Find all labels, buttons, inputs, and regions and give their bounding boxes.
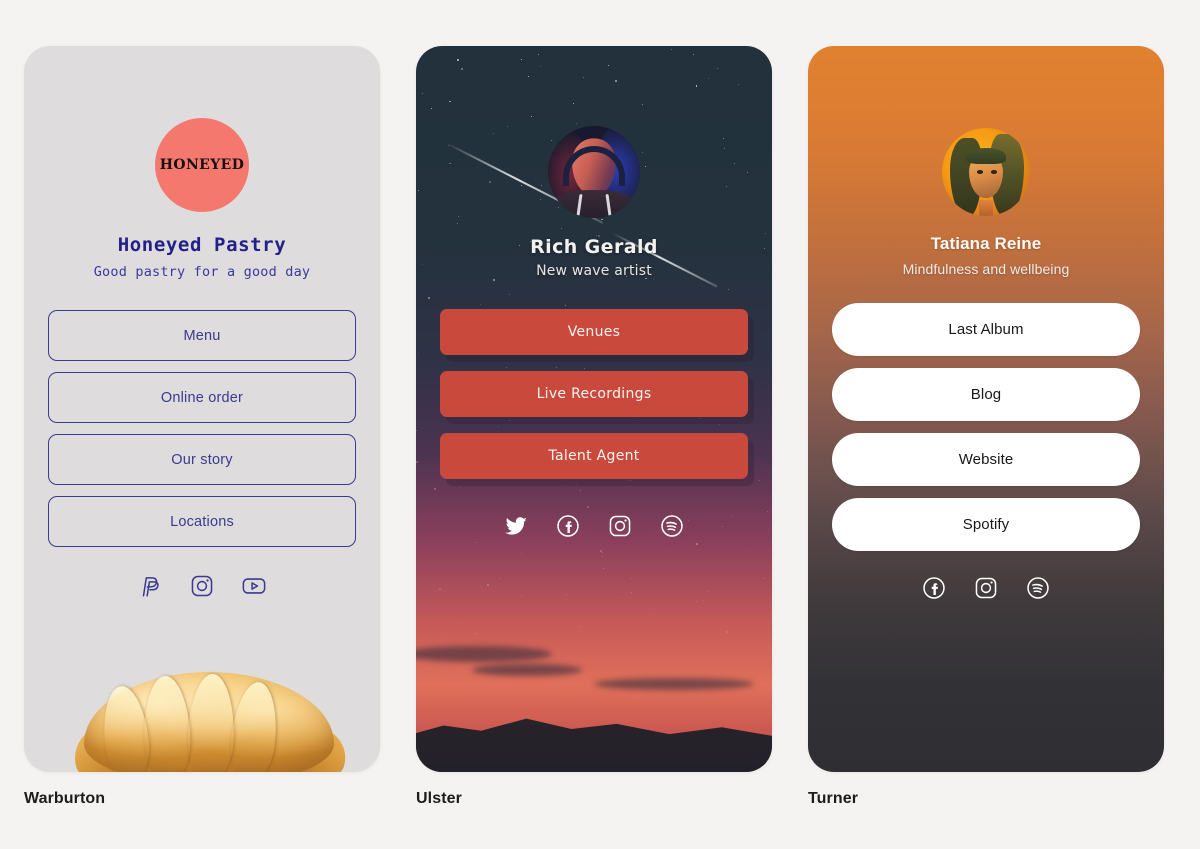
avatar	[548, 126, 640, 218]
honeyed-logo-badge: HONEYED	[155, 118, 249, 212]
cloud-streak	[594, 678, 754, 690]
link-button-menu[interactable]: Menu	[48, 310, 356, 361]
card-caption-warburton: Warburton	[24, 790, 106, 807]
phone-card-turner[interactable]: Tatiana Reine Mindfulness and wellbeing …	[808, 46, 1164, 772]
link-button-online-order[interactable]: Online order	[48, 372, 356, 423]
link-button-venues[interactable]: Venues	[440, 309, 748, 355]
link-button-spotify[interactable]: Spotify	[832, 498, 1140, 551]
link-button-last-album[interactable]: Last Album	[832, 303, 1140, 356]
card-column-ulster: Rich Gerald New wave artist Venues Live …	[416, 46, 772, 808]
card-subtitle: Mindfulness and wellbeing	[902, 261, 1070, 277]
youtube-icon[interactable]	[241, 573, 267, 599]
spotify-icon[interactable]	[659, 513, 685, 544]
link-button-talent-agent[interactable]: Talent Agent	[440, 433, 748, 479]
instagram-icon[interactable]	[189, 573, 215, 599]
social-icon-row	[137, 573, 267, 599]
card-subtitle: Good pastry for a good day	[93, 264, 311, 280]
croissant-photo	[24, 582, 380, 772]
link-button-our-story[interactable]: Our story	[48, 434, 356, 485]
card-subtitle: New wave artist	[536, 263, 652, 279]
avatar	[942, 128, 1030, 216]
paypal-icon[interactable]	[137, 573, 163, 599]
link-button-list: Last Album Blog Website Spotify	[832, 303, 1140, 551]
card-title: Tatiana Reine	[930, 234, 1042, 253]
instagram-icon[interactable]	[607, 513, 633, 544]
link-button-live-recordings[interactable]: Live Recordings	[440, 371, 748, 417]
card-caption-ulster: Ulster	[416, 790, 462, 807]
card-column-warburton: HONEYED Honeyed Pastry Good pastry for a…	[24, 46, 380, 808]
card-title: Honeyed Pastry	[117, 234, 287, 256]
cloud-streak	[472, 664, 582, 676]
twitter-icon[interactable]	[503, 513, 529, 544]
logo-text: HONEYED	[159, 157, 245, 173]
social-icon-row	[503, 513, 685, 544]
card-caption-turner: Turner	[808, 790, 859, 807]
card-title: Rich Gerald	[530, 236, 658, 258]
social-icon-row	[921, 575, 1051, 606]
link-button-blog[interactable]: Blog	[832, 368, 1140, 421]
facebook-icon[interactable]	[921, 575, 947, 606]
spotify-icon[interactable]	[1025, 575, 1051, 606]
link-button-locations[interactable]: Locations	[48, 496, 356, 547]
link-button-list: Venues Live Recordings Talent Agent	[440, 309, 748, 479]
link-button-website[interactable]: Website	[832, 433, 1140, 486]
card-gallery: HONEYED Honeyed Pastry Good pastry for a…	[0, 0, 1200, 849]
link-button-list: Menu Online order Our story Locations	[48, 310, 356, 547]
instagram-icon[interactable]	[973, 575, 999, 606]
card-column-turner: Tatiana Reine Mindfulness and wellbeing …	[808, 46, 1164, 808]
phone-card-ulster[interactable]: Rich Gerald New wave artist Venues Live …	[416, 46, 772, 772]
phone-card-warburton[interactable]: HONEYED Honeyed Pastry Good pastry for a…	[24, 46, 380, 772]
facebook-icon[interactable]	[555, 513, 581, 544]
